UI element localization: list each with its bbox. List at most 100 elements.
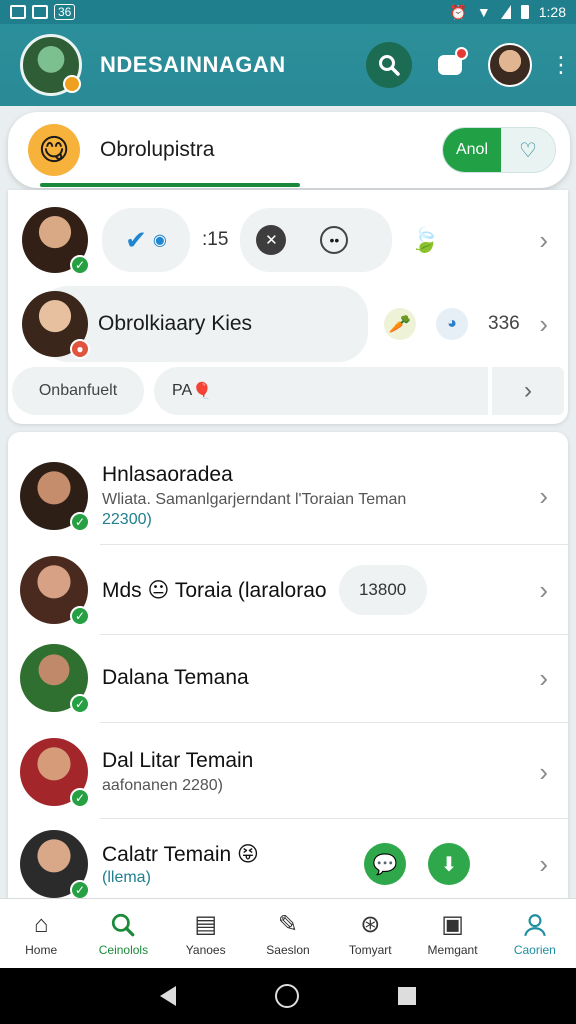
- nav-label: Yanoes: [185, 942, 226, 957]
- avatar: ✓: [20, 556, 90, 626]
- count-badge: 13800: [338, 565, 427, 615]
- bottom-navigation: ⌂ Home Ceinolols ▤ Yanoes ✎ Saeslon ⊛ To…: [0, 898, 576, 968]
- more-options-icon[interactable]: ⋮: [550, 54, 572, 76]
- nav-session[interactable]: ✎ Saeslon: [247, 899, 329, 968]
- chevron-right-icon[interactable]: ›: [539, 225, 548, 256]
- list-item[interactable]: ✓ Hnlasaoradea Wliata. Samanlgarjerndant…: [8, 450, 568, 542]
- search-icon: [379, 55, 400, 76]
- checkmark-icon: ✔: [125, 224, 147, 255]
- profile-avatar[interactable]: [20, 34, 82, 96]
- row-count: :15: [202, 229, 229, 250]
- contact-name: Dalana Temana: [102, 666, 249, 689]
- list-item[interactable]: ✓ Calatr Temain 😝 (llema) 💬 ⬇ ›: [8, 830, 568, 898]
- featured-card: ✓ ✔ ◉ :15 ✕ •• 🍃 › ● Obrolkiaary Kies 🥕 …: [8, 190, 568, 424]
- toggle-on-label[interactable]: Anol: [443, 128, 501, 172]
- signal-icon: [500, 5, 511, 19]
- nav-search[interactable]: Ceinolols: [82, 899, 164, 968]
- divider: [100, 722, 568, 723]
- chevron-right-icon[interactable]: ›: [539, 481, 548, 512]
- chevron-right-icon[interactable]: ›: [539, 575, 548, 606]
- row-count: 336: [488, 313, 520, 334]
- home-icon: ⌂: [33, 910, 49, 938]
- nav-memgant[interactable]: ▣ Memgant: [411, 899, 493, 968]
- feature-row-1[interactable]: ✓ ✔ ◉ :15 ✕ •• 🍃 ›: [8, 202, 568, 278]
- emoji-icon: 😋: [28, 124, 80, 176]
- avatar-badge: [63, 75, 81, 93]
- contact-name: Calatr Temain 😝: [102, 842, 259, 866]
- tag-chip[interactable]: Onbanfuelt: [12, 367, 144, 415]
- tools-chip[interactable]: ✕ ••: [240, 208, 393, 272]
- nav-label: Home: [25, 942, 58, 957]
- notification-icon: [10, 5, 26, 19]
- avatar: ●: [22, 291, 90, 359]
- app-header: NDESAINNAGAN ⋮: [0, 24, 576, 106]
- feature-row-2[interactable]: ● Obrolkiaary Kies 🥕 ◕ 336 ›: [8, 286, 568, 362]
- messages-button[interactable]: [430, 45, 470, 85]
- contact-meta: (llema): [102, 868, 151, 886]
- nav-label: Saeslon: [266, 942, 310, 957]
- divider: [100, 818, 568, 819]
- nav-label: Ceinolols: [98, 942, 149, 957]
- search-button[interactable]: [366, 42, 412, 88]
- verified-icon: ✓: [70, 512, 90, 532]
- contact-name: Dal Litar Temain: [102, 749, 254, 772]
- edit-icon: ✎: [277, 911, 299, 938]
- check-chip[interactable]: ✔ ◉: [102, 208, 190, 272]
- neutral-face-icon[interactable]: ••: [320, 226, 349, 254]
- toggle-switch[interactable]: Anol ♡: [442, 127, 556, 173]
- search-icon: [108, 911, 138, 939]
- alarm-icon: ⏰: [449, 3, 467, 20]
- pin-icon[interactable]: ♡: [501, 128, 555, 172]
- tag-chip-wide[interactable]: PA 🎈: [154, 367, 488, 415]
- nav-tomyart[interactable]: ⊛ Tomyart: [329, 899, 411, 968]
- download-icon[interactable]: ⬇: [428, 843, 470, 885]
- contact-meta: 22300): [102, 511, 152, 528]
- home-button-icon[interactable]: [274, 984, 299, 1008]
- document-icon: ▤: [194, 911, 218, 938]
- contacts-list: ✓ Hnlasaoradea Wliata. Samanlgarjerndant…: [8, 432, 568, 898]
- feature-row-3: Onbanfuelt PA 🎈 ›: [8, 366, 568, 416]
- nav-documents[interactable]: ▤ Yanoes: [165, 899, 247, 968]
- search-progress-bar: [40, 183, 300, 187]
- tools-icon[interactable]: ✕: [256, 225, 287, 255]
- nav-profile[interactable]: Caorien: [494, 899, 576, 968]
- contact-subtitle: aafonanen 2280): [102, 777, 223, 794]
- chat-bubble-icon[interactable]: 💬: [364, 843, 406, 885]
- avatar: ✓: [20, 644, 90, 714]
- status-time: 1:28: [538, 4, 566, 20]
- avatar: ✓: [20, 830, 90, 898]
- list-item[interactable]: ✓ Mds 😐 Toraia (laralorao 13800 ›: [8, 552, 568, 628]
- status-number: 36: [54, 4, 76, 20]
- circle-dot-icon: ◉: [152, 232, 167, 249]
- steering-icon: ⊛: [360, 911, 381, 938]
- nav-label: Caorien: [513, 942, 556, 957]
- avatar: ✓: [22, 207, 90, 275]
- divider: [100, 634, 568, 635]
- battery-icon: [520, 5, 529, 19]
- list-item[interactable]: ✓ Dal Litar Temain aafonanen 2280) ›: [8, 734, 568, 810]
- chevron-right-icon[interactable]: ›: [539, 849, 548, 880]
- user-avatar[interactable]: [488, 43, 532, 87]
- verified-icon: ✓: [70, 606, 90, 626]
- image-icon: [32, 5, 48, 19]
- verified-icon: ✓: [70, 788, 90, 808]
- back-icon[interactable]: [159, 986, 176, 1006]
- contact-name: Mds 😐 Toraia (laralorao: [102, 578, 327, 602]
- verified-icon: ✓: [70, 255, 90, 275]
- globe-icon: ◕: [436, 308, 468, 340]
- list-item[interactable]: ✓ Dalana Temana ›: [8, 642, 568, 714]
- avatar: ✓: [20, 738, 90, 808]
- tag-emoji-icon: 🎈: [192, 383, 213, 400]
- search-bar[interactable]: 😋 Obrolupistra Anol ♡: [8, 112, 570, 188]
- status-bar: 36 ⏰ ▼ 1:28: [0, 0, 576, 24]
- chevron-right-icon[interactable]: ›: [492, 367, 564, 415]
- nav-home[interactable]: ⌂ Home: [0, 899, 82, 968]
- wifi-icon: ▼: [476, 4, 491, 20]
- contact-subtitle: Wliata. Samanlgarjerndant l'Toraian Tema…: [102, 491, 407, 508]
- contact-name: Hnlasaoradea: [102, 463, 233, 486]
- chevron-right-icon[interactable]: ›: [539, 663, 548, 694]
- recents-icon[interactable]: [398, 987, 417, 1005]
- chevron-right-icon[interactable]: ›: [539, 309, 548, 340]
- tag-label: PA: [172, 382, 193, 399]
- chevron-right-icon[interactable]: ›: [539, 757, 548, 788]
